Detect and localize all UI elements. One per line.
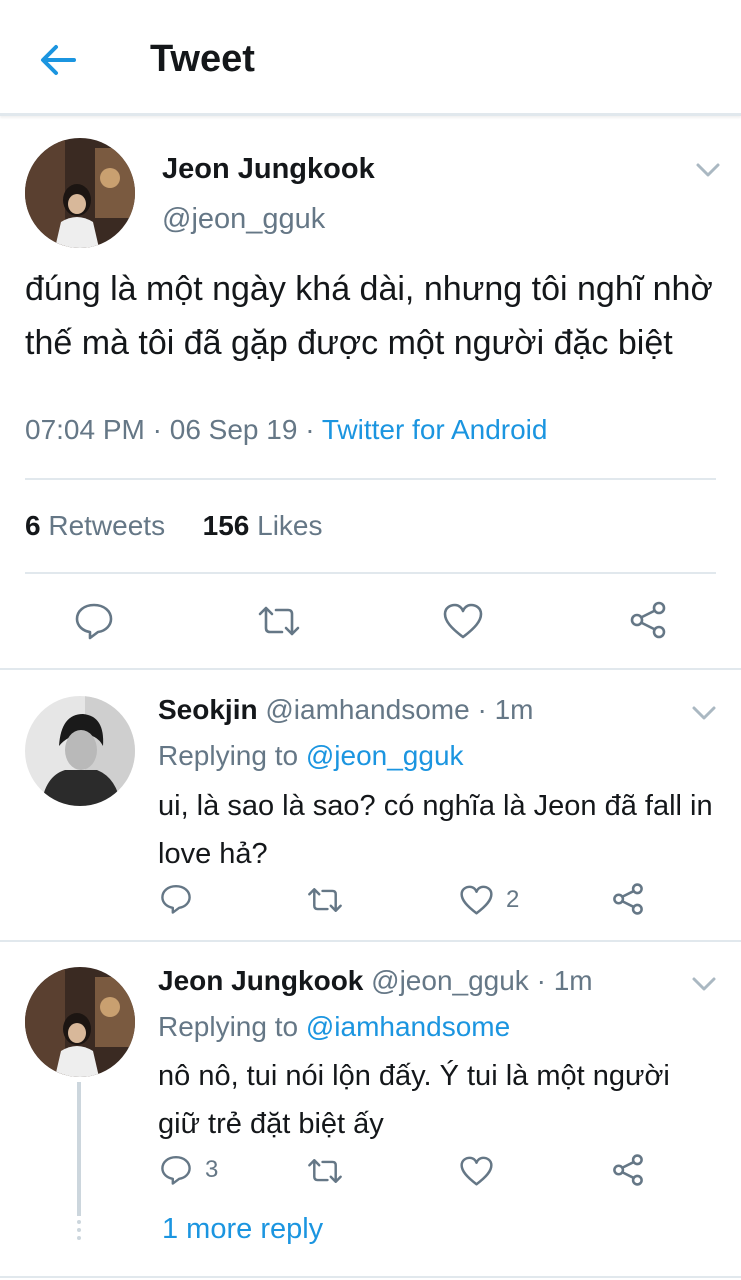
- page-title: Tweet: [150, 38, 255, 80]
- replying-to-label: Replying to: [158, 1011, 306, 1042]
- reply-author-name[interactable]: Seokjin: [158, 694, 258, 725]
- tweet-date: 06 Sep 19: [169, 414, 298, 445]
- thread-line: [77, 1082, 81, 1216]
- reply-time: · 1m: [469, 694, 534, 725]
- retweets-stat[interactable]: 6 Retweets: [25, 510, 165, 541]
- avatar[interactable]: [25, 138, 135, 248]
- reply-header: Jeon Jungkook @jeon_gguk · 1m: [158, 965, 593, 997]
- meta-separator: ·: [297, 414, 322, 445]
- share-icon[interactable]: [628, 600, 668, 640]
- replying-to-link[interactable]: @iamhandsome: [306, 1011, 510, 1042]
- reply-time: · 1m: [528, 965, 593, 996]
- reply-header: Seokjin @iamhandsome · 1m: [158, 694, 533, 726]
- divider: [0, 940, 741, 942]
- reply-icon[interactable]: [160, 1154, 192, 1186]
- replying-to-label: Replying to: [158, 740, 306, 771]
- tweet-source-link[interactable]: Twitter for Android: [322, 414, 548, 445]
- tweet-meta: 07:04 PM · 06 Sep 19 · Twitter for Andro…: [25, 414, 547, 446]
- chevron-down-icon[interactable]: [690, 974, 718, 994]
- reply-count: 3: [205, 1156, 219, 1183]
- retweet-icon[interactable]: [306, 1157, 344, 1185]
- reply-author-handle[interactable]: @iamhandsome: [265, 694, 469, 725]
- reply-author-name[interactable]: Jeon Jungkook: [158, 965, 363, 996]
- reply-icon[interactable]: [160, 883, 192, 915]
- replying-to-link[interactable]: @jeon_gguk: [306, 740, 464, 771]
- thread-dots: [77, 1220, 81, 1244]
- retweet-icon[interactable]: [256, 604, 302, 638]
- arrow-left-icon[interactable]: [38, 40, 78, 80]
- heart-icon[interactable]: [460, 1156, 493, 1186]
- meta-separator: ·: [144, 414, 170, 445]
- more-replies-link[interactable]: 1 more reply: [162, 1213, 323, 1246]
- tweet-time: 07:04 PM: [25, 414, 145, 445]
- likes-label: Likes: [257, 510, 323, 541]
- avatar[interactable]: [25, 967, 135, 1077]
- heart-icon[interactable]: [443, 603, 483, 639]
- tweet-stats: 6 Retweets 156 Likes: [25, 510, 323, 542]
- replying-to: Replying to @jeon_gguk: [158, 740, 464, 772]
- tweet-text: đúng là một ngày khá dài, nhưng tôi nghĩ…: [25, 270, 713, 362]
- heart-icon[interactable]: [460, 885, 493, 915]
- chevron-down-icon[interactable]: [690, 703, 718, 723]
- divider: [25, 478, 716, 480]
- like-count: 2: [506, 886, 520, 913]
- share-icon[interactable]: [611, 1153, 645, 1187]
- replying-to: Replying to @iamhandsome: [158, 1011, 510, 1043]
- retweets-label: Retweets: [48, 510, 166, 541]
- divider: [25, 572, 716, 574]
- author-handle[interactable]: @jeon_gguk: [162, 203, 325, 236]
- app-header: Tweet: [0, 0, 741, 116]
- share-icon[interactable]: [611, 882, 645, 916]
- divider: [0, 668, 741, 670]
- avatar[interactable]: [25, 696, 135, 806]
- divider: [0, 1276, 741, 1278]
- reply-author-handle[interactable]: @jeon_gguk: [371, 965, 529, 996]
- likes-count: 156: [202, 510, 250, 541]
- retweets-count: 6: [25, 510, 41, 541]
- reply-text: ui, là sao là sao? có nghĩa là Jeon đã f…: [158, 790, 713, 870]
- reply-icon[interactable]: [74, 602, 114, 640]
- chevron-down-icon[interactable]: [694, 160, 722, 180]
- likes-stat[interactable]: 156 Likes: [203, 510, 323, 541]
- retweet-icon[interactable]: [306, 886, 344, 914]
- reply-text: nô nô, tui nói lộn đấy. Ý tui là một ngư…: [158, 1060, 670, 1140]
- author-name[interactable]: Jeon Jungkook: [162, 153, 375, 186]
